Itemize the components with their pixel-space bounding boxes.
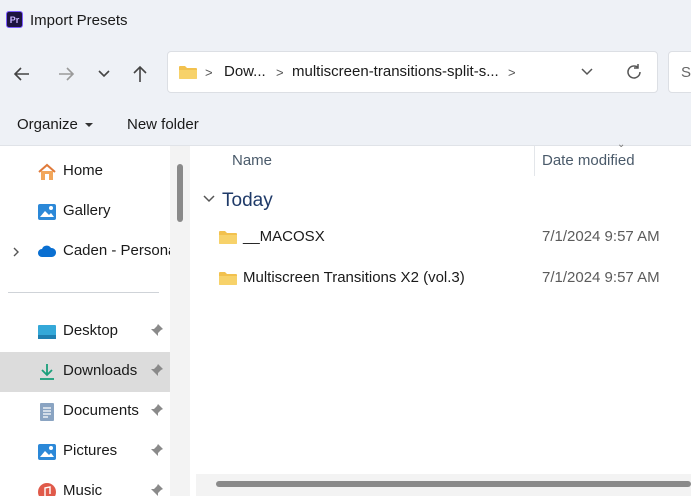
new-folder-button[interactable]: New folder [127,116,199,133]
back-button[interactable] [8,60,36,88]
arrow-left-icon [13,67,29,81]
pin-icon[interactable] [150,323,164,337]
column-header-name[interactable]: Name [232,152,272,169]
sidebar-item-label: Caden - Persona [63,242,177,259]
folder-icon [219,231,237,244]
recent-locations-button[interactable] [90,60,118,88]
pin-icon[interactable] [150,403,164,417]
sidebar-item-downloads[interactable]: Downloads [0,352,170,392]
arrow-up-icon [133,65,147,82]
sidebar-item-documents[interactable]: Documents [0,392,170,432]
premiere-app-icon: Pr [6,11,23,28]
pin-icon[interactable] [150,443,164,457]
sidebar-item-gallery[interactable]: Gallery [0,192,170,232]
download-icon [40,364,54,380]
file-name: Multiscreen Transitions X2 (vol.3) [243,269,465,286]
arrow-right-icon [59,67,75,81]
search-placeholder: S [681,64,691,81]
sidebar-item-label: Gallery [63,202,111,219]
sidebar-item-home[interactable]: Home [0,152,170,192]
up-button[interactable] [126,60,154,88]
column-header-date-modified[interactable]: Date modified [542,152,635,169]
pin-icon[interactable] [150,363,164,377]
sidebar-item-desktop[interactable]: Desktop [0,312,170,352]
chevron-down-icon[interactable] [202,193,216,205]
file-date-modified: 7/1/2024 9:57 AM [542,228,660,245]
organize-label: Organize [17,116,78,133]
sidebar-divider [8,292,159,293]
chevron-down-icon [98,70,110,78]
documents-icon [40,403,54,421]
breadcrumb-separator: > [276,65,284,80]
window-title: Import Presets [30,12,128,29]
home-icon [38,163,56,180]
pictures-icon [38,444,56,460]
group-header-today[interactable]: Today [222,190,273,212]
address-history-button[interactable] [578,63,596,86]
sidebar-item-label: Pictures [63,442,118,459]
caret-down-icon [85,123,94,128]
organize-button[interactable]: Organize [17,116,94,133]
onedrive-icon [38,245,57,257]
horizontal-scrollbar-thumb[interactable] [216,481,691,487]
refresh-button[interactable] [624,62,644,87]
command-bar [0,104,691,146]
sidebar-item-label: Home [63,162,104,179]
sidebar-item-label: Documents [63,402,139,419]
breadcrumb-current-folder[interactable]: multiscreen-transitions-split-s... [292,63,499,80]
sidebar-item-music[interactable]: Music [0,472,170,496]
chevron-down-icon [581,68,593,76]
file-row[interactable]: Multiscreen Transitions X2 (vol.3) 7/1/2… [214,258,691,298]
pin-icon[interactable] [150,483,164,496]
desktop-icon [38,325,56,339]
file-date-modified: 7/1/2024 9:57 AM [542,269,660,286]
sidebar-scrollbar-thumb[interactable] [177,164,183,222]
gallery-icon [38,204,56,220]
sidebar-item-label: Desktop [63,322,119,339]
chevron-right-icon [13,247,19,257]
forward-button[interactable] [52,60,80,88]
sidebar-item-onedrive[interactable]: Caden - Persona [0,232,176,272]
sidebar-item-pictures[interactable]: Pictures [0,432,170,472]
folder-icon [179,66,197,79]
file-name: __MACOSX [243,228,325,245]
music-icon [38,483,56,496]
breadcrumb-separator: > [205,65,213,80]
refresh-icon [627,64,641,79]
column-divider[interactable] [534,146,535,176]
sort-indicator-icon: ⌄ [617,139,626,150]
file-row[interactable]: __MACOSX 7/1/2024 9:57 AM [214,217,691,257]
breadcrumb-downloads[interactable]: Dow... [224,63,266,80]
sidebar-item-label: Downloads [63,362,138,379]
folder-icon [219,272,237,285]
sidebar-item-label: Music [63,482,103,496]
breadcrumb-separator[interactable]: > [508,65,516,80]
